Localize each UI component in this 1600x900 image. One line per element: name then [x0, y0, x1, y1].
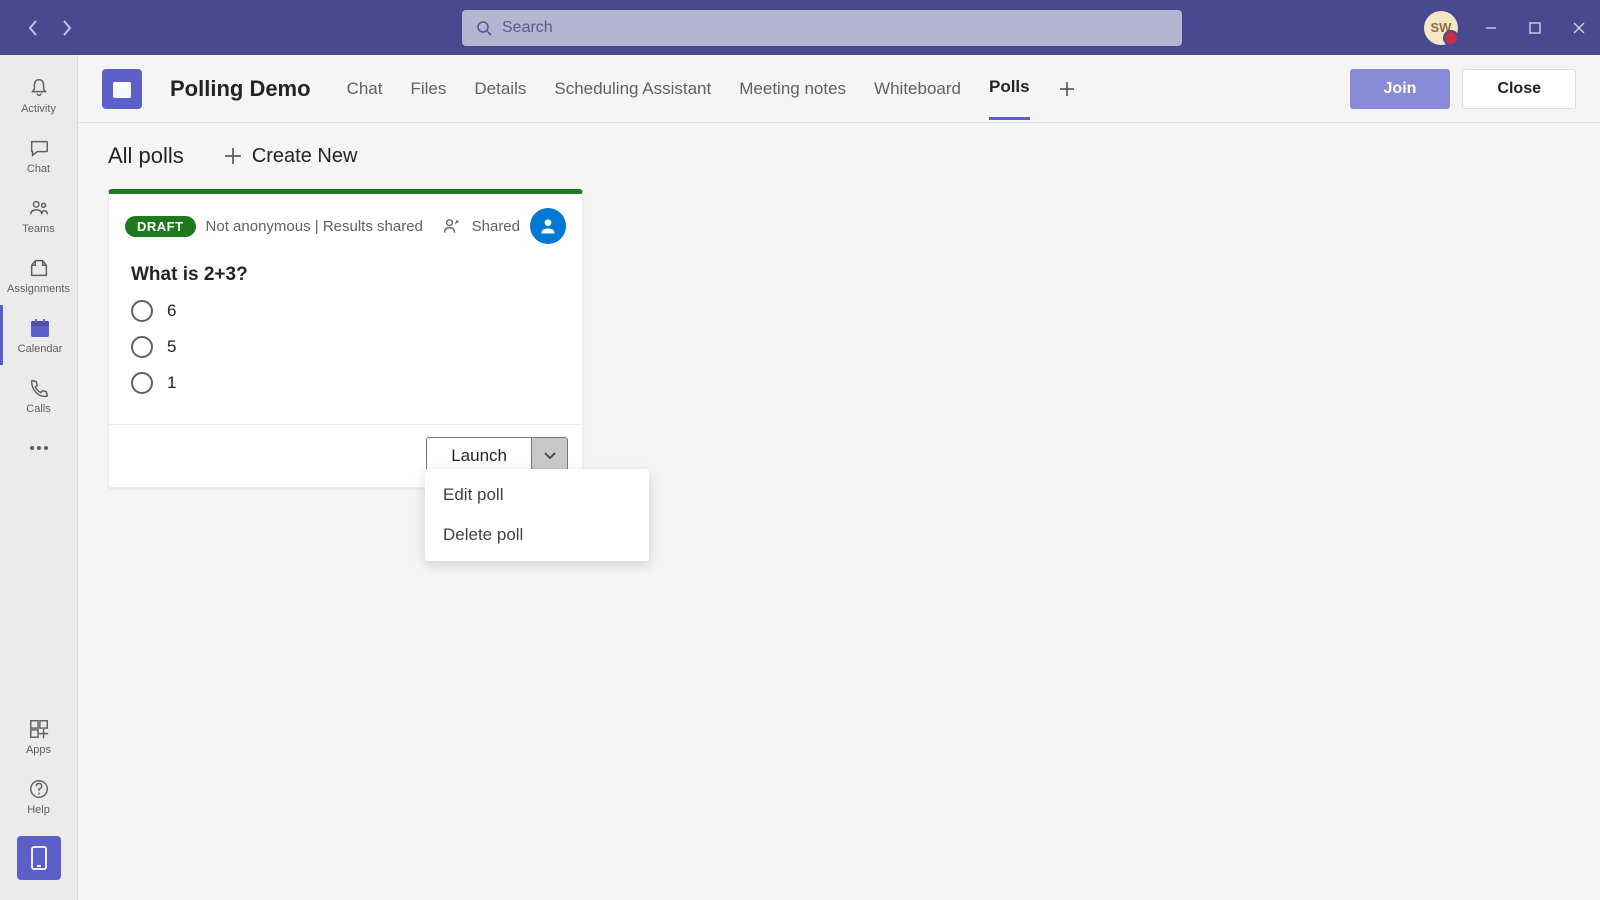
- rail-label: Assignments: [7, 283, 70, 295]
- search-icon: [476, 20, 492, 36]
- rail-label: Calls: [26, 403, 50, 415]
- calendar-icon: [27, 315, 53, 341]
- search-input[interactable]: [502, 19, 1168, 37]
- polls-title: All polls: [108, 143, 184, 169]
- tab-files[interactable]: Files: [410, 59, 446, 119]
- dropdown-edit-poll[interactable]: Edit poll: [425, 475, 649, 515]
- titlebar: SW: [0, 0, 1600, 55]
- rail-more[interactable]: [0, 425, 78, 471]
- rail-mobile-app[interactable]: [17, 836, 61, 880]
- poll-card: DRAFT Not anonymous | Results shared Sha…: [108, 189, 583, 488]
- tab-bar: Polling Demo Chat Files Details Scheduli…: [78, 55, 1600, 123]
- poll-option[interactable]: 5: [131, 336, 560, 358]
- dropdown-delete-poll[interactable]: Delete poll: [425, 515, 649, 555]
- rail-label: Activity: [21, 103, 56, 115]
- rail-label: Teams: [22, 223, 54, 235]
- assignments-icon: [26, 255, 52, 281]
- search-box[interactable]: [462, 10, 1182, 46]
- poll-option[interactable]: 6: [131, 300, 560, 322]
- rail-chat[interactable]: Chat: [0, 125, 78, 185]
- app-rail: Activity Chat Teams Assignments Calendar: [0, 55, 78, 900]
- chat-icon: [26, 135, 52, 161]
- rail-calls[interactable]: Calls: [0, 365, 78, 425]
- phone-icon: [26, 375, 52, 401]
- draft-badge: DRAFT: [125, 216, 196, 237]
- tab-meeting-notes[interactable]: Meeting notes: [739, 59, 846, 119]
- radio-icon: [131, 372, 153, 394]
- shared-icon: [442, 216, 462, 236]
- radio-icon: [131, 336, 153, 358]
- rail-help[interactable]: Help: [0, 766, 78, 826]
- tab-scheduling-assistant[interactable]: Scheduling Assistant: [554, 59, 711, 119]
- option-text: 5: [167, 337, 176, 357]
- poll-meta: Not anonymous | Results shared: [206, 218, 423, 235]
- tab-chat[interactable]: Chat: [347, 59, 383, 119]
- rail-teams[interactable]: Teams: [0, 185, 78, 245]
- close-window-button[interactable]: [1568, 17, 1590, 39]
- shared-label: Shared: [472, 218, 520, 235]
- launch-dropdown-menu: Edit poll Delete poll: [425, 469, 649, 561]
- maximize-button[interactable]: [1524, 17, 1546, 39]
- poll-question: What is 2+3?: [109, 254, 582, 300]
- option-text: 1: [167, 373, 176, 393]
- rail-apps[interactable]: Apps: [0, 706, 78, 766]
- close-button[interactable]: Close: [1462, 69, 1576, 109]
- join-button[interactable]: Join: [1350, 69, 1451, 109]
- chevron-down-icon: [543, 451, 557, 461]
- tab-whiteboard[interactable]: Whiteboard: [874, 59, 961, 119]
- rail-label: Chat: [27, 163, 50, 175]
- back-button[interactable]: [18, 13, 48, 43]
- mobile-icon: [30, 845, 48, 871]
- option-text: 6: [167, 301, 176, 321]
- rail-label: Help: [27, 804, 50, 816]
- create-new-label: Create New: [252, 145, 358, 168]
- rail-label: Apps: [26, 744, 51, 756]
- avatar[interactable]: SW: [1424, 11, 1458, 45]
- radio-icon: [131, 300, 153, 322]
- forward-button[interactable]: [52, 13, 82, 43]
- rail-label: Calendar: [18, 343, 63, 355]
- tab-polls[interactable]: Polls: [989, 57, 1030, 120]
- meeting-icon: [102, 69, 142, 109]
- rail-activity[interactable]: Activity: [0, 65, 78, 125]
- rail-calendar[interactable]: Calendar: [0, 305, 78, 365]
- apps-icon: [26, 716, 52, 742]
- poll-option[interactable]: 1: [131, 372, 560, 394]
- teams-icon: [26, 195, 52, 221]
- rail-assignments[interactable]: Assignments: [0, 245, 78, 305]
- poll-owner-avatar[interactable]: [530, 208, 566, 244]
- create-new-button[interactable]: Create New: [224, 145, 358, 168]
- tab-details[interactable]: Details: [474, 59, 526, 119]
- help-icon: [26, 776, 52, 802]
- person-icon: [538, 216, 558, 236]
- minimize-button[interactable]: [1480, 17, 1502, 39]
- add-tab-button[interactable]: [1058, 80, 1076, 98]
- meeting-title: Polling Demo: [170, 76, 311, 102]
- more-icon: [26, 435, 52, 461]
- bell-icon: [26, 75, 52, 101]
- plus-icon: [224, 147, 242, 165]
